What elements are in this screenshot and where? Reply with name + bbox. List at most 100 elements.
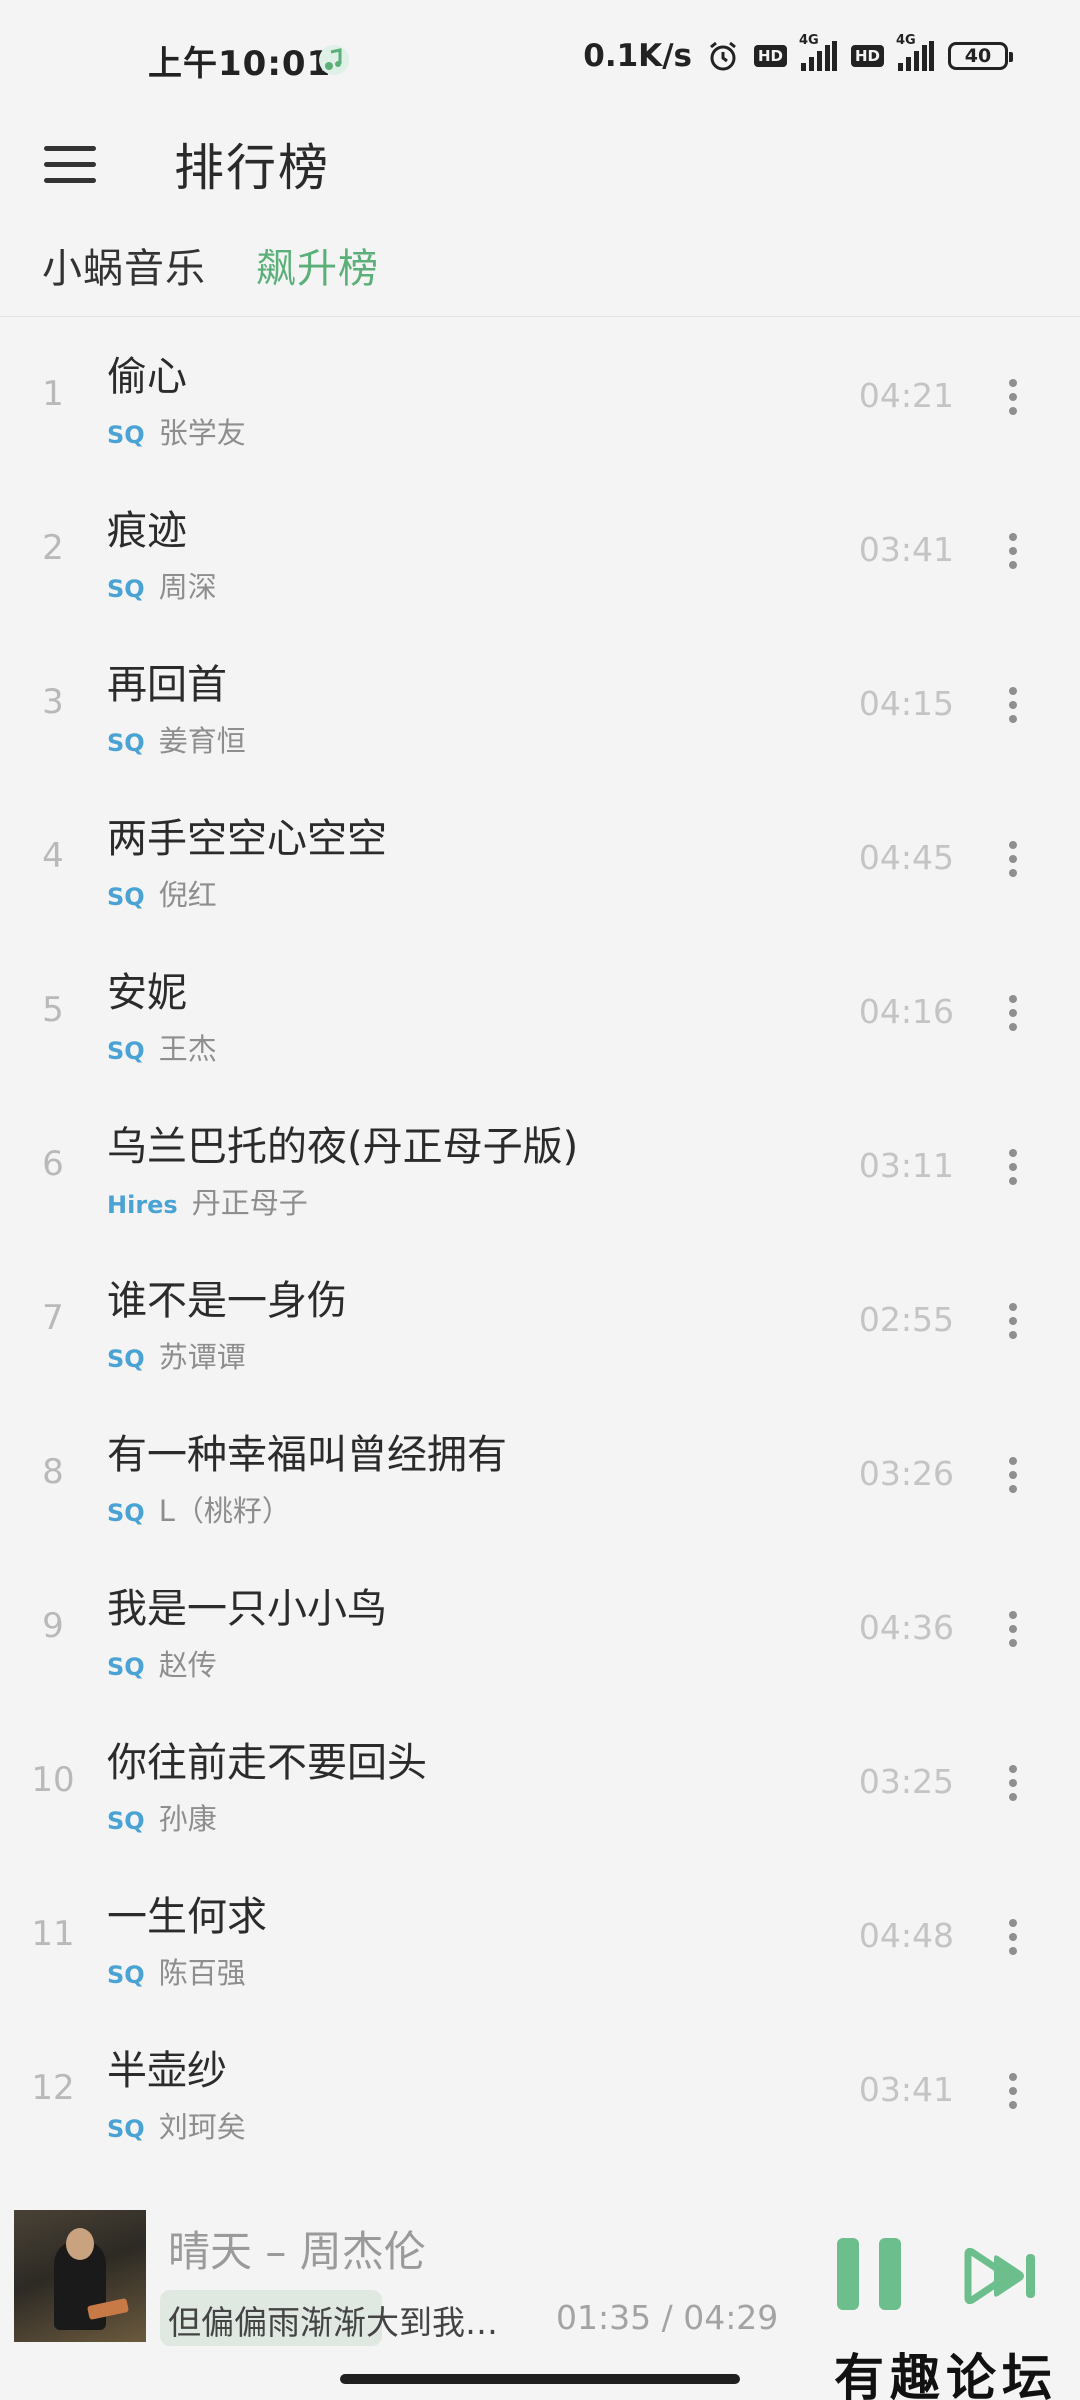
more-vertical-icon[interactable] bbox=[998, 1912, 1028, 1962]
music-note-icon bbox=[319, 45, 349, 75]
quality-badge: SQ bbox=[107, 883, 145, 911]
now-playing-title[interactable]: 晴天 – 周杰伦 bbox=[168, 2218, 426, 2279]
song-meta: SQ 苏谭谭 bbox=[107, 1334, 246, 1376]
more-vertical-icon[interactable] bbox=[998, 680, 1028, 730]
song-title: 我是一只小小鸟 bbox=[107, 1586, 387, 1632]
song-rank: 9 bbox=[42, 1606, 64, 1646]
song-meta: SQ 赵传 bbox=[107, 1642, 217, 1684]
song-duration: 04:45 bbox=[858, 838, 954, 877]
song-meta: SQ L（桃籽） bbox=[107, 1488, 291, 1530]
more-vertical-icon[interactable] bbox=[998, 1758, 1028, 1808]
song-duration: 04:48 bbox=[858, 1916, 954, 1955]
song-list: 1 偷心 SQ 张学友 04:21 2 痕迹 SQ 周深 03:41 3 再回首… bbox=[0, 330, 1080, 2178]
song-title: 一生何求 bbox=[107, 1894, 267, 1940]
more-vertical-icon[interactable] bbox=[998, 2066, 1028, 2116]
song-artist: 倪红 bbox=[158, 878, 217, 912]
song-rank: 12 bbox=[31, 2068, 75, 2108]
more-vertical-icon[interactable] bbox=[998, 1142, 1028, 1192]
more-vertical-icon[interactable] bbox=[998, 526, 1028, 576]
song-meta: SQ 孙康 bbox=[107, 1796, 217, 1838]
quality-badge: SQ bbox=[107, 2115, 145, 2143]
song-rank: 11 bbox=[31, 1914, 75, 1954]
song-row[interactable]: 5 安妮 SQ 王杰 04:16 bbox=[0, 946, 1080, 1100]
tab-rising-chart[interactable]: 飙升榜 bbox=[256, 236, 379, 294]
alarm-icon bbox=[710, 41, 736, 71]
menu-icon[interactable] bbox=[44, 132, 108, 196]
song-duration: 03:41 bbox=[858, 530, 954, 569]
song-artist: 刘珂矣 bbox=[158, 2110, 246, 2144]
song-artist: 丹正母子 bbox=[191, 1186, 308, 1220]
network-speed: 0.1K/s bbox=[583, 38, 692, 74]
quality-badge: SQ bbox=[107, 1653, 145, 1681]
status-right: 0.1K/s HD 4G HD 4G 40 bbox=[583, 33, 1013, 74]
song-duration: 03:11 bbox=[858, 1146, 954, 1185]
quality-badge: SQ bbox=[107, 1961, 145, 1989]
song-duration: 03:26 bbox=[858, 1454, 954, 1493]
song-artist: 陈百强 bbox=[158, 1956, 246, 1990]
song-meta: SQ 周深 bbox=[107, 564, 217, 606]
quality-badge: SQ bbox=[107, 421, 145, 449]
quality-badge: SQ bbox=[107, 1345, 145, 1373]
song-duration: 04:21 bbox=[858, 376, 954, 415]
more-vertical-icon[interactable] bbox=[998, 372, 1028, 422]
song-title: 乌兰巴托的夜(丹正母子版) bbox=[107, 1124, 579, 1170]
more-vertical-icon[interactable] bbox=[998, 988, 1028, 1038]
song-title: 两手空空心空空 bbox=[107, 816, 387, 862]
quality-badge: SQ bbox=[107, 575, 145, 603]
song-rank: 3 bbox=[42, 682, 64, 722]
song-row[interactable]: 4 两手空空心空空 SQ 倪红 04:45 bbox=[0, 792, 1080, 946]
song-title: 再回首 bbox=[107, 662, 227, 708]
song-title: 偷心 bbox=[107, 354, 187, 400]
song-title: 你往前走不要回头 bbox=[107, 1740, 427, 1786]
net-type-label-2: 4G bbox=[896, 33, 916, 48]
home-indicator[interactable] bbox=[340, 2374, 740, 2384]
quality-badge: Hires bbox=[107, 1191, 178, 1219]
song-row[interactable]: 9 我是一只小小鸟 SQ 赵传 04:36 bbox=[0, 1562, 1080, 1716]
progress-time: 01:35 / 04:29 bbox=[556, 2298, 779, 2337]
tab-source[interactable]: 小蜗音乐 bbox=[42, 236, 206, 294]
status-time: 上午10:01 bbox=[148, 44, 332, 84]
song-meta: Hires 丹正母子 bbox=[107, 1180, 308, 1222]
song-title: 安妮 bbox=[107, 970, 187, 1016]
song-duration: 03:25 bbox=[858, 1762, 954, 1801]
song-artist: 苏谭谭 bbox=[158, 1340, 246, 1374]
song-title: 半壶纱 bbox=[107, 2048, 227, 2094]
song-rank: 8 bbox=[42, 1452, 64, 1492]
song-rank: 1 bbox=[42, 374, 64, 414]
song-artist: 张学友 bbox=[158, 416, 246, 450]
signal-group-1: 4G bbox=[799, 33, 837, 71]
song-duration: 04:15 bbox=[858, 684, 954, 723]
song-artist: L（桃籽） bbox=[158, 1494, 291, 1528]
song-row[interactable]: 2 痕迹 SQ 周深 03:41 bbox=[0, 484, 1080, 638]
song-row[interactable]: 6 乌兰巴托的夜(丹正母子版) Hires 丹正母子 03:11 bbox=[0, 1100, 1080, 1254]
signal-group-2: 4G bbox=[896, 33, 934, 71]
song-artist: 周深 bbox=[158, 570, 217, 604]
song-row[interactable]: 7 谁不是一身伤 SQ 苏谭谭 02:55 bbox=[0, 1254, 1080, 1408]
song-artist: 孙康 bbox=[158, 1802, 217, 1836]
more-vertical-icon[interactable] bbox=[998, 1604, 1028, 1654]
song-rank: 4 bbox=[42, 836, 64, 876]
more-vertical-icon[interactable] bbox=[998, 1450, 1028, 1500]
more-vertical-icon[interactable] bbox=[998, 1296, 1028, 1346]
song-row[interactable]: 8 有一种幸福叫曾经拥有 SQ L（桃籽） 03:26 bbox=[0, 1408, 1080, 1562]
song-row[interactable]: 3 再回首 SQ 姜育恒 04:15 bbox=[0, 638, 1080, 792]
song-rank: 6 bbox=[42, 1144, 64, 1184]
song-row[interactable]: 11 一生何求 SQ 陈百强 04:48 bbox=[0, 1870, 1080, 2024]
hd-badge: HD bbox=[753, 45, 787, 67]
song-duration: 02:55 bbox=[858, 1300, 954, 1339]
song-meta: SQ 倪红 bbox=[107, 872, 217, 914]
song-row[interactable]: 12 半壶纱 SQ 刘珂矣 03:41 bbox=[0, 2024, 1080, 2178]
album-art[interactable] bbox=[14, 2210, 146, 2342]
song-row[interactable]: 10 你往前走不要回头 SQ 孙康 03:25 bbox=[0, 1716, 1080, 1870]
quality-badge: SQ bbox=[107, 1499, 145, 1527]
song-row[interactable]: 1 偷心 SQ 张学友 04:21 bbox=[0, 330, 1080, 484]
song-rank: 10 bbox=[31, 1760, 75, 1800]
skip-next-icon[interactable] bbox=[964, 2248, 1040, 2304]
more-vertical-icon[interactable] bbox=[998, 834, 1028, 884]
song-meta: SQ 姜育恒 bbox=[107, 718, 246, 760]
net-type-label: 4G bbox=[798, 33, 819, 48]
pause-icon[interactable] bbox=[834, 2238, 904, 2316]
app-header: 排行榜 bbox=[0, 110, 1080, 220]
song-duration: 03:41 bbox=[858, 2070, 954, 2109]
song-meta: SQ 刘珂矣 bbox=[107, 2104, 246, 2146]
